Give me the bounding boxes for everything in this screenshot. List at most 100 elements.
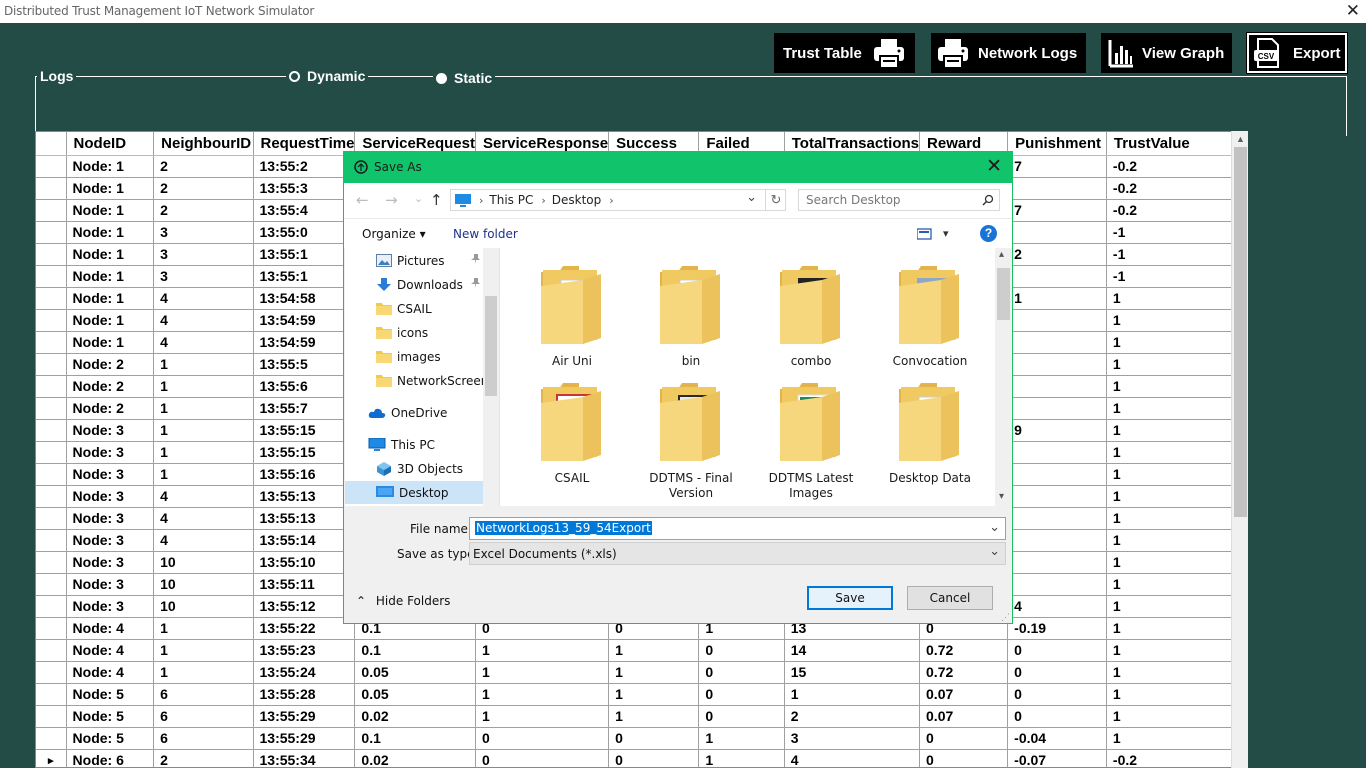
table-cell[interactable]: 10 (153, 551, 254, 574)
table-cell[interactable]: 0 (475, 727, 610, 750)
static-radio[interactable]: Static (433, 70, 496, 86)
table-cell[interactable]: 13:55:3 (253, 177, 356, 200)
table-cell[interactable]: 1 (153, 353, 254, 376)
table-cell[interactable]: 3 (784, 727, 921, 750)
table-cell[interactable]: 1 (153, 397, 254, 420)
nav-item-downloads[interactable]: Downloads (345, 273, 480, 296)
table-cell[interactable]: Node: 1 (66, 243, 155, 266)
scroll-down-icon[interactable]: ▾ (999, 491, 1004, 502)
table-cell[interactable]: 10 (153, 573, 254, 596)
table-cell[interactable]: 4 (153, 485, 254, 508)
table-cell[interactable]: 0 (1007, 639, 1107, 662)
table-cell[interactable]: 1 (1106, 529, 1240, 552)
table-cell[interactable]: 1 (153, 463, 254, 486)
table-cell[interactable]: 3 (153, 221, 254, 244)
table-cell[interactable]: 13:55:1 (253, 265, 356, 288)
row-header[interactable] (36, 419, 67, 442)
table-cell[interactable]: 2 (153, 155, 254, 178)
row-header[interactable] (36, 309, 67, 332)
table-cell[interactable]: 13:55:5 (253, 353, 356, 376)
table-cell[interactable] (1007, 309, 1107, 332)
table-cell[interactable]: 1 (475, 661, 610, 684)
path-this-pc[interactable]: This PC (489, 193, 533, 207)
table-cell[interactable]: 1 (475, 683, 610, 706)
resize-grip-icon[interactable]: ⋰ (1001, 612, 1010, 623)
table-cell[interactable] (1007, 573, 1107, 596)
folder-item[interactable]: Convocation (874, 262, 986, 369)
table-cell[interactable] (1007, 551, 1107, 574)
table-cell[interactable]: 1 (784, 683, 921, 706)
dynamic-radio[interactable]: Dynamic (286, 68, 369, 84)
save-button[interactable]: Save (807, 586, 893, 610)
row-header[interactable] (36, 375, 67, 398)
row-header[interactable] (36, 199, 67, 222)
table-cell[interactable]: Node: 2 (66, 353, 155, 376)
view-graph-button[interactable]: View Graph (1101, 33, 1232, 73)
table-cell[interactable]: 1 (153, 375, 254, 398)
path-breadcrumb[interactable]: › This PC › Desktop › ⌄ (450, 189, 786, 211)
table-cell[interactable]: 3 (153, 265, 254, 288)
row-header[interactable] (36, 617, 67, 640)
table-cell[interactable]: 1 (1106, 727, 1240, 750)
table-cell[interactable]: Node: 3 (66, 419, 155, 442)
table-cell[interactable]: 1 (1007, 287, 1107, 310)
table-cell[interactable]: 13:55:2 (253, 155, 356, 178)
table-cell[interactable]: 13:55:24 (253, 661, 356, 684)
help-icon[interactable]: ? (980, 225, 997, 242)
table-cell[interactable]: 0 (698, 661, 785, 684)
table-cell[interactable]: 1 (153, 661, 254, 684)
table-cell[interactable]: 1 (1106, 639, 1240, 662)
row-header[interactable] (36, 265, 67, 288)
table-cell[interactable]: Node: 2 (66, 375, 155, 398)
row-header[interactable] (36, 221, 67, 244)
table-cell[interactable]: Node: 3 (66, 573, 155, 596)
table-cell[interactable] (1007, 507, 1107, 530)
table-cell[interactable]: 13:55:0 (253, 221, 356, 244)
row-header[interactable] (36, 661, 67, 684)
table-cell[interactable] (1007, 375, 1107, 398)
table-cell[interactable]: 13:54:59 (253, 331, 356, 354)
column-header[interactable]: Punishment (1007, 132, 1107, 156)
table-cell[interactable]: Node: 6 (66, 749, 155, 767)
table-cell[interactable]: 0.02 (354, 749, 476, 767)
nav-item-csail[interactable]: CSAIL (345, 297, 432, 320)
table-cell[interactable]: 4 (1007, 595, 1107, 618)
table-cell[interactable]: 0 (608, 727, 700, 750)
table-cell[interactable]: 4 (153, 529, 254, 552)
table-cell[interactable]: 4 (153, 287, 254, 310)
table-cell[interactable]: Node: 3 (66, 529, 155, 552)
row-header[interactable] (36, 485, 67, 508)
row-header[interactable] (36, 331, 67, 354)
table-cell[interactable]: 1 (475, 639, 610, 662)
table-cell[interactable]: 4 (153, 507, 254, 530)
table-cell[interactable]: Node: 4 (66, 661, 155, 684)
table-cell[interactable]: 1 (1106, 573, 1240, 596)
table-cell[interactable]: 1 (1106, 375, 1240, 398)
table-cell[interactable]: 13:55:14 (253, 529, 356, 552)
table-cell[interactable]: 13:55:16 (253, 463, 356, 486)
table-row[interactable]: ▸ Node: 6 2 13:55:34 0.02 0 0 1 4 0 -0.07 -0.2 (36, 749, 1247, 767)
table-cell[interactable]: 4 (153, 331, 254, 354)
folder-item[interactable]: EX DDTMS - Final Version (635, 379, 747, 501)
table-cell[interactable]: 1 (1106, 617, 1240, 640)
table-cell[interactable] (1007, 529, 1107, 552)
table-cell[interactable]: 2 (784, 705, 921, 728)
table-cell[interactable]: 1 (1106, 397, 1240, 420)
search-input[interactable]: Search Desktop (798, 189, 1000, 211)
table-cell[interactable]: 1 (608, 661, 700, 684)
table-cell[interactable]: 10 (153, 595, 254, 618)
table-cell[interactable]: 1 (1106, 683, 1240, 706)
table-cell[interactable]: 13:54:58 (253, 287, 356, 310)
folder-item[interactable]: bin (635, 262, 747, 369)
table-cell[interactable]: 1 (153, 639, 254, 662)
table-row[interactable]: Node: 4 1 13:55:23 0.1 1 1 0 14 0.72 0 1 (36, 639, 1247, 662)
grid-vertical-scrollbar[interactable]: ▲ (1231, 131, 1248, 768)
table-cell[interactable]: 0 (475, 749, 610, 767)
table-cell[interactable] (1007, 221, 1107, 244)
table-cell[interactable]: 2 (153, 749, 254, 767)
table-cell[interactable]: Node: 1 (66, 287, 155, 310)
scroll-thumb[interactable] (1234, 147, 1247, 517)
table-cell[interactable]: 1 (608, 639, 700, 662)
nav-item-3d-objects[interactable]: 3D Objects (345, 457, 463, 480)
row-header[interactable] (36, 155, 67, 178)
